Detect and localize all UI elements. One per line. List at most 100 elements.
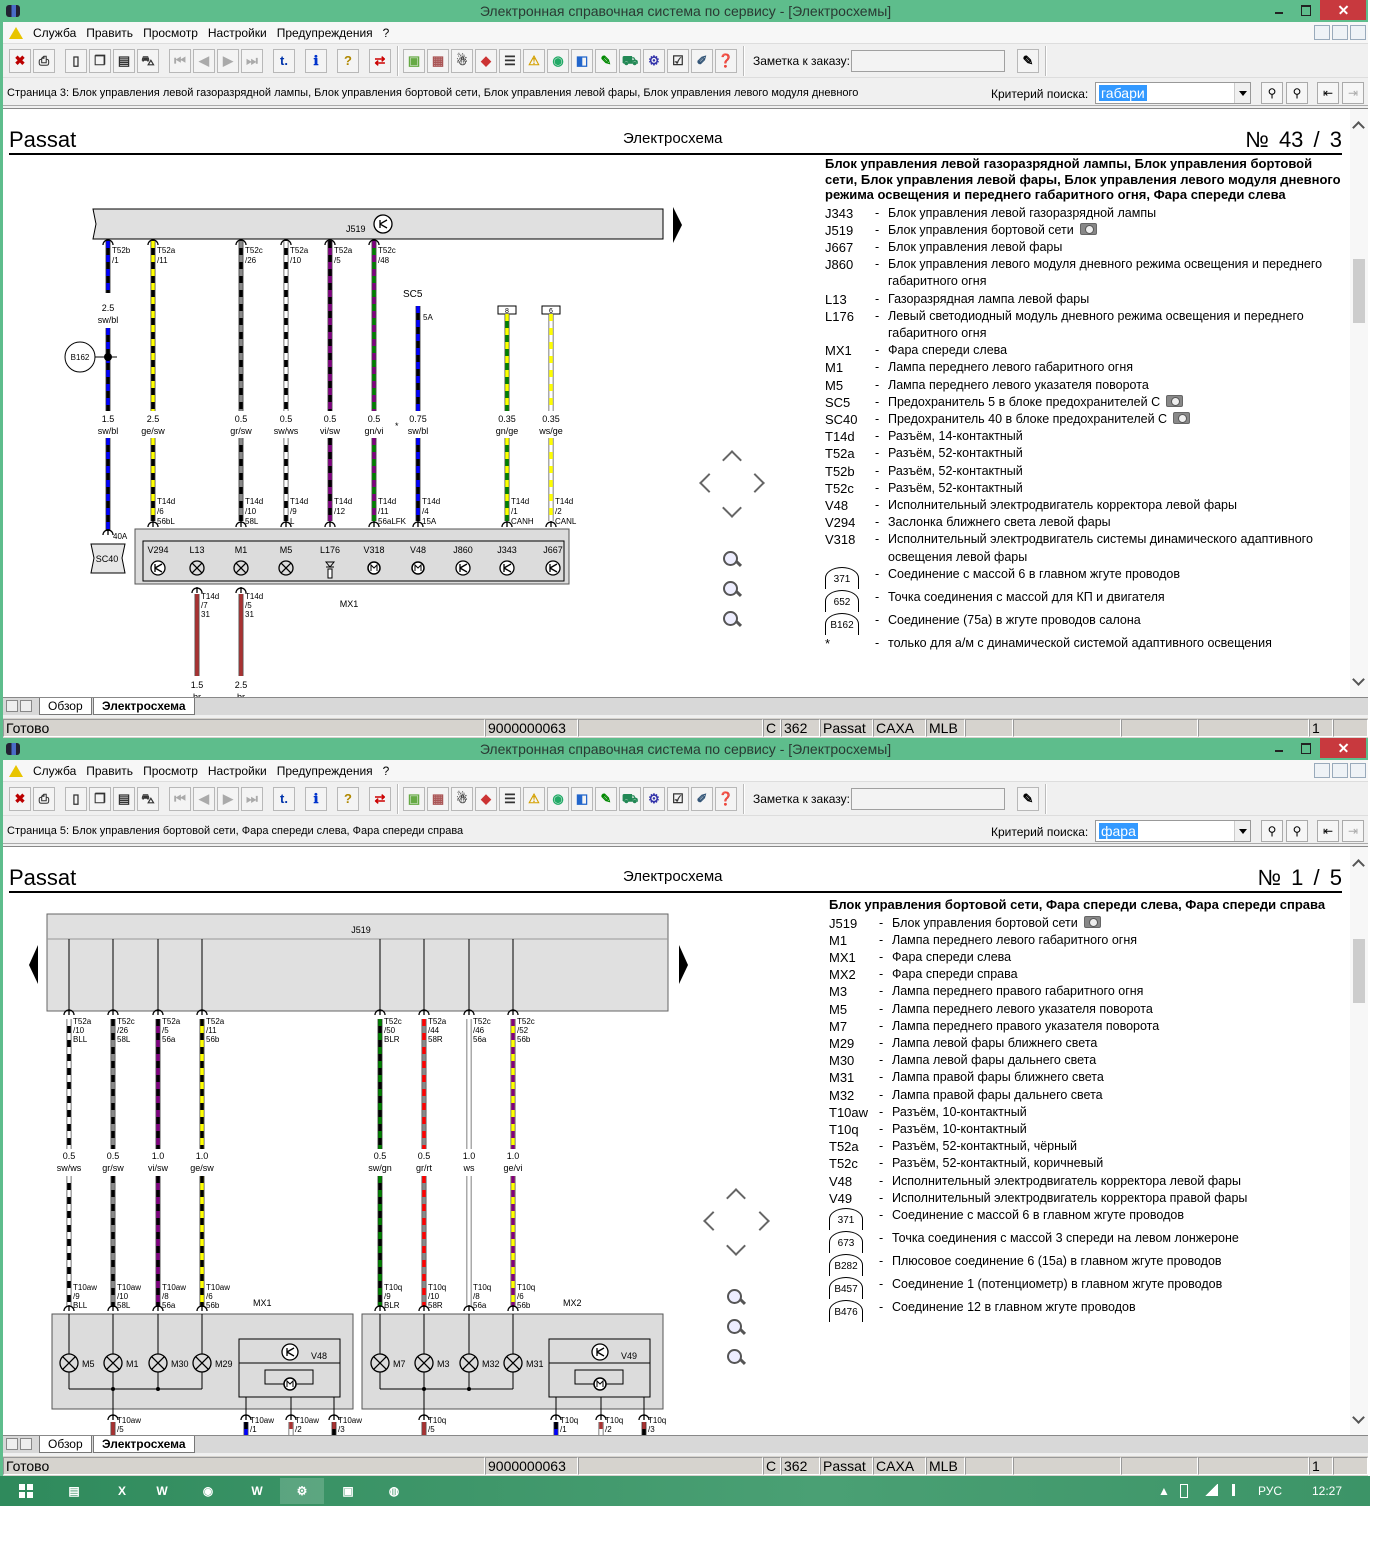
- print-button[interactable]: ⎙: [33, 48, 55, 73]
- module-button[interactable]: ▣: [403, 48, 425, 73]
- menu-item[interactable]: ?: [383, 764, 390, 778]
- warning-button[interactable]: ⚠: [523, 786, 545, 811]
- go-back-button[interactable]: ⇤: [1317, 82, 1339, 104]
- go-back-button[interactable]: ⇤: [1317, 820, 1339, 842]
- list-button[interactable]: ☰: [499, 786, 521, 811]
- scroll-up-icon[interactable]: [1352, 859, 1365, 872]
- taskbar-paint-icon[interactable]: ◍: [372, 1478, 416, 1504]
- back-link-button[interactable]: t.: [273, 786, 295, 811]
- zoom-fit-button[interactable]: [723, 551, 743, 571]
- scroll-thumb[interactable]: [1353, 259, 1365, 323]
- first-page-button[interactable]: ⏮: [169, 786, 191, 811]
- car-button[interactable]: ⛍: [137, 48, 159, 73]
- vertical-scrollbar[interactable]: [1350, 109, 1368, 697]
- find-next-button[interactable]: ⚲: [1261, 82, 1283, 104]
- schematic-view[interactable]: Passat Электросхема № 1 / 5 J519 T52a/10 B…: [3, 846, 1368, 1435]
- mdi-close-button[interactable]: [1350, 25, 1366, 40]
- menu-item[interactable]: Просмотр: [143, 764, 198, 778]
- find-previous-button[interactable]: ⚲: [1286, 820, 1308, 842]
- find-next-button[interactable]: ⚲: [1261, 820, 1283, 842]
- menu-item[interactable]: Предупреждения: [277, 26, 373, 40]
- new-document-button[interactable]: ▯: [65, 786, 87, 811]
- menu-item[interactable]: Просмотр: [143, 26, 198, 40]
- menu-item[interactable]: Править: [86, 764, 133, 778]
- note-edit-button[interactable]: ✎: [1016, 48, 1039, 73]
- taskbar-word-icon[interactable]: W: [140, 1478, 184, 1504]
- exit-button[interactable]: ✖: [9, 786, 31, 811]
- menu-item[interactable]: ?: [383, 26, 390, 40]
- copy-document-button[interactable]: ❐: [89, 48, 111, 73]
- search-criteria-combo[interactable]: габари: [1095, 82, 1251, 104]
- paste-document-button[interactable]: ▤: [113, 786, 135, 811]
- users-button[interactable]: ☃: [451, 786, 473, 811]
- close-button[interactable]: [1320, 0, 1366, 20]
- first-page-button[interactable]: ⏮: [169, 48, 191, 73]
- language-indicator[interactable]: РУС: [1258, 1484, 1282, 1498]
- module-button[interactable]: ▣: [403, 786, 425, 811]
- menu-item[interactable]: Предупреждения: [277, 764, 373, 778]
- zoom-in-button[interactable]: [723, 581, 743, 601]
- volume-icon[interactable]: [1232, 1484, 1237, 1496]
- start-button[interactable]: [4, 1478, 48, 1504]
- swap-button[interactable]: ⇄: [369, 786, 391, 811]
- camera-icon[interactable]: [1173, 411, 1191, 424]
- car-button[interactable]: ⛍: [137, 786, 159, 811]
- dropdown-arrow-icon[interactable]: [1234, 821, 1250, 841]
- tools-button[interactable]: ✎: [595, 786, 617, 811]
- go-forward-button[interactable]: ⇥: [1342, 820, 1364, 842]
- mdi-restore-button[interactable]: [1332, 25, 1348, 40]
- search-value[interactable]: габари: [1099, 85, 1147, 101]
- book-button[interactable]: ◆: [475, 48, 497, 73]
- taskbar-excel-icon[interactable]: X: [100, 1478, 144, 1504]
- minimize-button[interactable]: [1266, 0, 1292, 20]
- clock[interactable]: 12:27: [1312, 1484, 1342, 1498]
- warning-icon[interactable]: [9, 26, 23, 39]
- camera-icon[interactable]: [1166, 394, 1184, 407]
- scroll-thumb[interactable]: [1353, 939, 1365, 1003]
- menu-item[interactable]: Править: [86, 26, 133, 40]
- checklist-button[interactable]: ☑: [667, 48, 689, 73]
- taskbar-service-system-icon[interactable]: ⚙: [280, 1478, 324, 1504]
- scroll-down-icon[interactable]: [1352, 1411, 1365, 1424]
- battery-icon[interactable]: [1180, 1484, 1188, 1498]
- exit-button[interactable]: ✖: [9, 48, 31, 73]
- previous-page-button[interactable]: ◀: [193, 786, 215, 811]
- scroll-up-icon[interactable]: [1352, 121, 1365, 134]
- service-button[interactable]: ⚙: [643, 786, 665, 811]
- search-value[interactable]: фара: [1099, 823, 1138, 839]
- menu-item[interactable]: Служба: [33, 764, 76, 778]
- zoom-out-button[interactable]: [727, 1349, 747, 1369]
- tab-scroll-right-button[interactable]: [20, 1438, 32, 1450]
- parts-button[interactable]: ▦: [427, 48, 449, 73]
- maximize-button[interactable]: [1292, 738, 1318, 758]
- minimize-button[interactable]: [1266, 738, 1292, 758]
- warning-icon[interactable]: [9, 764, 23, 777]
- next-page-button[interactable]: ▶: [217, 48, 239, 73]
- menu-item[interactable]: Настройки: [208, 764, 267, 778]
- warning-button[interactable]: ⚠: [523, 48, 545, 73]
- find-previous-button[interactable]: ⚲: [1286, 82, 1308, 104]
- vehicle-button[interactable]: ⛟: [619, 48, 641, 73]
- parts-button[interactable]: ▦: [427, 786, 449, 811]
- vertical-scrollbar[interactable]: [1350, 847, 1368, 1435]
- taskbar-wordpad-icon[interactable]: W: [235, 1478, 279, 1504]
- mdi-minimize-button[interactable]: [1314, 25, 1330, 40]
- globe-button[interactable]: ◉: [547, 786, 569, 811]
- service-button[interactable]: ⚙: [643, 48, 665, 73]
- tab-scroll-left-button[interactable]: [6, 1438, 18, 1450]
- print-button[interactable]: ⎙: [33, 786, 55, 811]
- vehicle-button[interactable]: ⛟: [619, 786, 641, 811]
- save-button[interactable]: ◧: [571, 786, 593, 811]
- zoom-out-button[interactable]: [723, 611, 743, 631]
- previous-page-button[interactable]: ◀: [193, 48, 215, 73]
- camera-icon[interactable]: [1079, 222, 1097, 235]
- order-note-input[interactable]: [850, 787, 1005, 810]
- checklist-button[interactable]: ☑: [667, 786, 689, 811]
- last-page-button[interactable]: ⏭: [241, 786, 263, 811]
- save-button[interactable]: ◧: [571, 48, 593, 73]
- info-button[interactable]: ℹ: [305, 786, 327, 811]
- tab-overview[interactable]: Обзор: [39, 698, 92, 715]
- schematic-view[interactable]: Passat Электросхема № 43 / 3 J519 T52b/1 2…: [3, 108, 1368, 697]
- diagnostics-button[interactable]: ✐: [691, 786, 713, 811]
- zoom-in-button[interactable]: [727, 1319, 747, 1339]
